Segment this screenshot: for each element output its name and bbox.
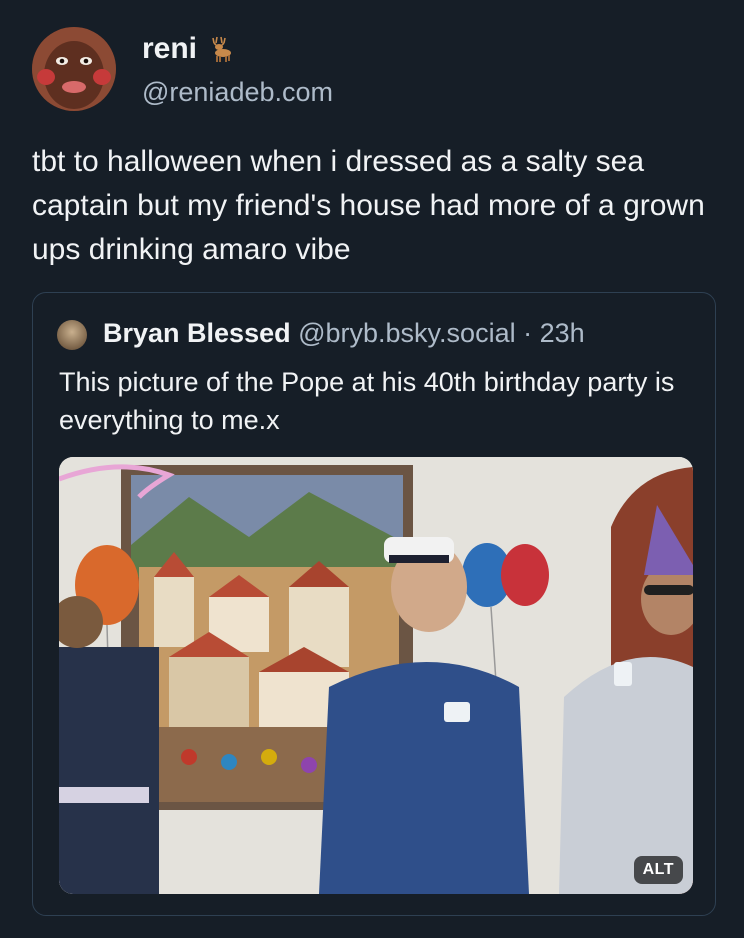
quoted-author-handle: @bryb.bsky.social (298, 318, 516, 348)
quoted-post-time: 23h (539, 318, 585, 348)
author-avatar[interactable] (32, 27, 116, 111)
quoted-post-photo[interactable]: ALT (59, 457, 693, 894)
author-display-name[interactable]: reni (142, 32, 197, 66)
party-photo-image (59, 457, 693, 894)
quoted-post-text: This picture of the Pope at his 40th bir… (59, 367, 675, 435)
quoted-author-avatar (57, 320, 87, 350)
quoted-post-header: Bryan Blessed @bryb.bsky.social · 23h (103, 318, 585, 349)
quoted-post-card[interactable]: Bryan Blessed @bryb.bsky.social · 23h Th… (32, 292, 716, 916)
quoted-author-name: Bryan Blessed (103, 318, 291, 348)
avatar-face-image (32, 27, 116, 111)
alt-text-button[interactable]: ALT (633, 856, 683, 884)
deer-icon (212, 36, 232, 62)
meta-separator: · (523, 318, 533, 348)
author-handle[interactable]: @reniadeb.com (142, 77, 333, 108)
post-text: tbt to halloween when i dressed as a sal… (32, 145, 705, 266)
author-name-row[interactable]: reni (142, 32, 235, 66)
